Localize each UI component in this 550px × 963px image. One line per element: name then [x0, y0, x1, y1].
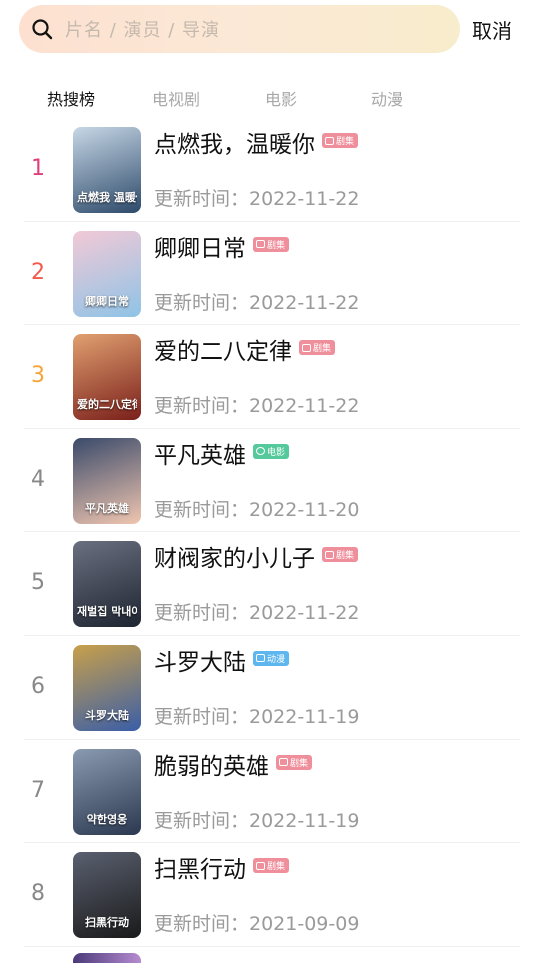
list-item[interactable]: 8 扫黑行动 扫黑行动 剧集 更新时间：2021-09-09	[24, 843, 520, 947]
search-placeholder: 片名 / 演员 / 导演	[65, 20, 221, 41]
list-item[interactable]: 7 약한영웅 脆弱的英雄 剧集 更新时间：2022-11-19	[24, 740, 520, 844]
tab-hot-search[interactable]: 热搜榜	[47, 86, 95, 110]
category-badge: 剧集	[276, 754, 313, 770]
next-poster-peek[interactable]	[73, 953, 141, 963]
rank-number: 1	[31, 156, 45, 181]
item-title[interactable]: 斗罗大陆	[154, 648, 246, 678]
item-title[interactable]: 扫黑行动	[154, 855, 246, 885]
search-bar: 片名 / 演员 / 导演 取消	[0, 5, 550, 55]
category-badge: 剧集	[253, 858, 290, 874]
tv-icon	[302, 343, 311, 352]
update-time: 更新时间：2022-11-20	[154, 498, 360, 521]
tv-icon	[279, 758, 288, 767]
poster-thumbnail[interactable]: 点燃我 温暖你	[73, 127, 141, 213]
tab-tv-series[interactable]: 电视剧	[152, 86, 200, 110]
cancel-button[interactable]: 取消	[472, 15, 512, 44]
item-title[interactable]: 脆弱的英雄	[154, 752, 269, 782]
poster-caption: 卿卿日常	[85, 294, 129, 308]
search-icon	[31, 18, 53, 40]
rank-number: 2	[31, 259, 45, 285]
poster-caption: 약한영웅	[86, 812, 128, 826]
rank-number: 5	[31, 570, 45, 596]
rank-number: 6	[31, 673, 45, 699]
list-item[interactable]: 6 斗罗大陆 斗罗大陆 动漫 更新时间：2022-11-19	[24, 636, 520, 740]
tab-anime[interactable]: 动漫	[371, 86, 403, 110]
category-badge: 电影	[253, 443, 290, 459]
item-title[interactable]: 财阀家的小儿子	[154, 544, 315, 574]
poster-thumbnail[interactable]: 재벌집 막내아들	[73, 541, 141, 628]
poster-thumbnail[interactable]: 扫黑行动	[73, 852, 141, 939]
poster-caption: 爱的二八定律	[77, 398, 137, 412]
tv-icon	[325, 550, 334, 559]
item-title[interactable]: 点燃我，温暖你	[154, 130, 315, 160]
category-badge: 剧集	[322, 133, 359, 148]
rank-number: 3	[31, 363, 45, 389]
hot-search-list: 1 点燃我 温暖你 点燃我，温暖你 剧集 更新时间：2022-11-22 2 卿…	[24, 118, 520, 947]
poster-caption: 点燃我 温暖你	[77, 191, 137, 204]
poster-thumbnail[interactable]: 斗罗大陆	[73, 644, 141, 731]
anime-icon	[256, 654, 265, 663]
list-item[interactable]: 4 平凡英雄 平凡英雄 电影 更新时间：2022-11-20	[24, 429, 520, 533]
poster-caption: 재벌집 막내아들	[77, 605, 137, 619]
item-title[interactable]: 卿卿日常	[154, 234, 246, 264]
tv-icon	[256, 861, 265, 870]
update-time: 更新时间：2022-11-22	[154, 395, 360, 418]
poster-thumbnail[interactable]: 약한영웅	[73, 748, 141, 835]
poster-thumbnail[interactable]: 爱的二八定律	[73, 334, 141, 421]
rank-number: 4	[31, 466, 45, 492]
poster-caption: 平凡英雄	[85, 501, 129, 515]
update-time: 更新时间：2022-11-22	[154, 602, 360, 625]
update-time: 更新时间：2022-11-19	[154, 809, 360, 832]
poster-caption: 扫黑行动	[85, 916, 129, 930]
rank-number: 8	[31, 881, 45, 907]
list-item[interactable]: 2 卿卿日常 卿卿日常 剧集 更新时间：2022-11-22	[24, 222, 520, 326]
tv-icon	[256, 240, 265, 249]
category-badge: 剧集	[253, 236, 290, 252]
search-input[interactable]: 片名 / 演员 / 导演	[19, 5, 460, 53]
list-item[interactable]: 5 재벌집 막내아들 财阀家的小儿子 剧集 更新时间：2022-11-22	[24, 532, 520, 636]
rank-number: 7	[31, 777, 45, 803]
category-badge: 动漫	[253, 650, 290, 666]
category-tabs: 热搜榜 电视剧 电影 动漫	[0, 86, 550, 110]
item-title[interactable]: 爱的二八定律	[154, 337, 292, 367]
category-badge: 剧集	[322, 547, 359, 563]
film-reel-icon	[256, 447, 265, 456]
tab-movies[interactable]: 电影	[265, 86, 297, 110]
update-time: 更新时间：2022-11-19	[154, 705, 360, 728]
list-item[interactable]: 3 爱的二八定律 爱的二八定律 剧集 更新时间：2022-11-22	[24, 325, 520, 429]
poster-thumbnail[interactable]: 卿卿日常	[73, 230, 141, 317]
list-item[interactable]: 1 点燃我 温暖你 点燃我，温暖你 剧集 更新时间：2022-11-22	[24, 118, 520, 222]
update-time: 更新时间：2021-09-09	[154, 913, 360, 936]
item-title[interactable]: 平凡英雄	[154, 441, 246, 471]
update-time: 更新时间：2022-11-22	[154, 291, 360, 314]
update-time: 更新时间：2022-11-22	[154, 188, 360, 210]
poster-caption: 斗罗大陆	[85, 708, 129, 722]
tv-icon	[325, 136, 334, 145]
category-badge: 剧集	[299, 340, 336, 356]
poster-thumbnail[interactable]: 平凡英雄	[73, 437, 141, 524]
